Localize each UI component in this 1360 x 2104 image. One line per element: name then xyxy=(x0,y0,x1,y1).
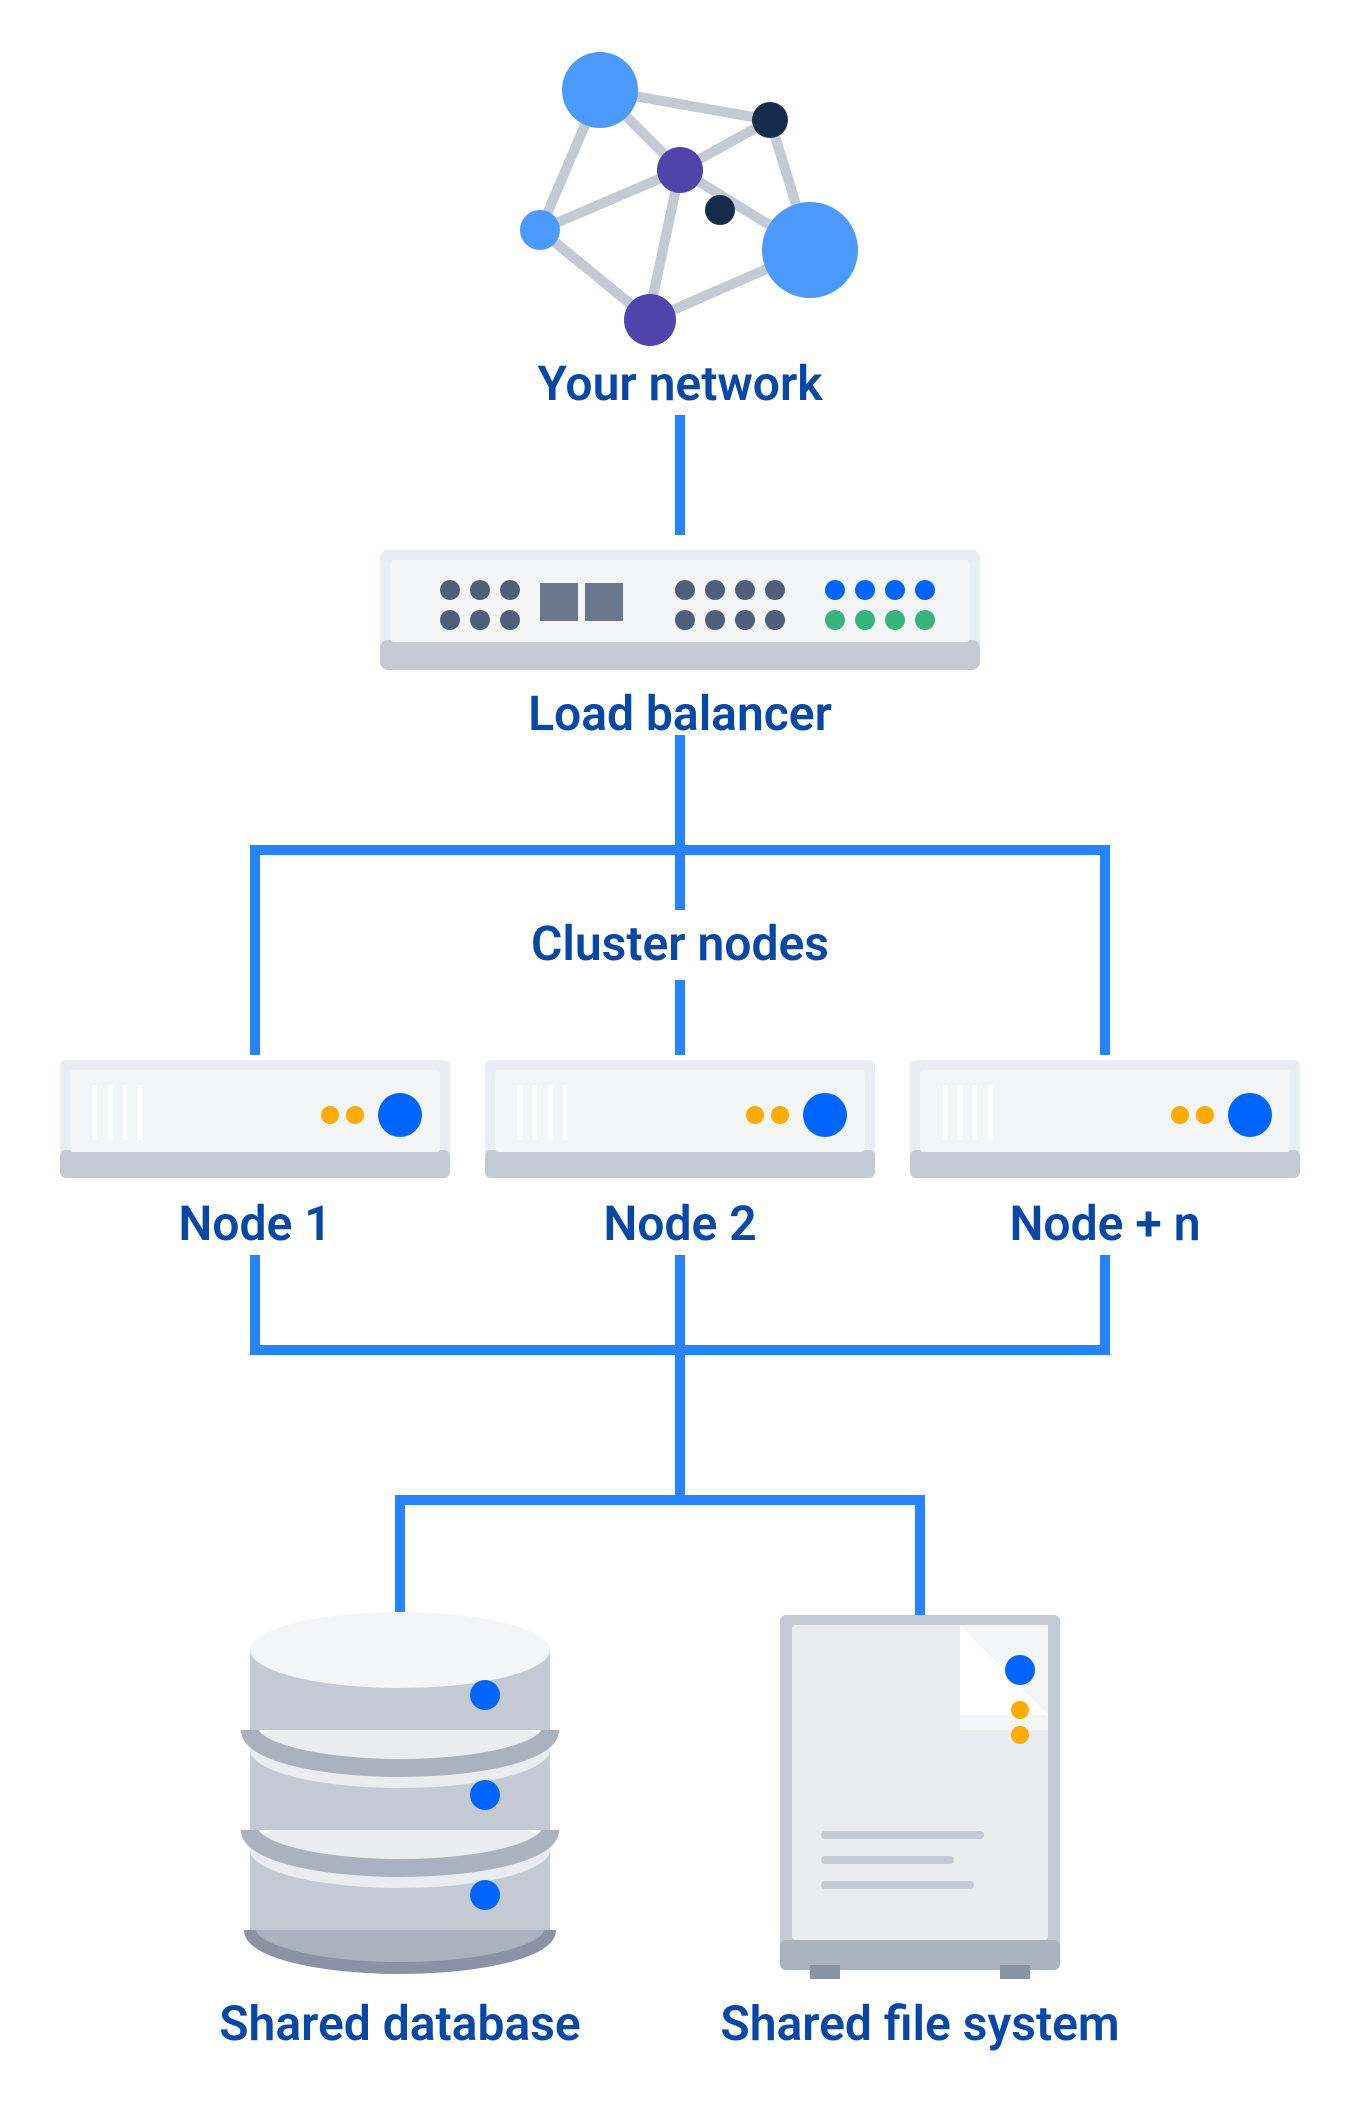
cluster-heading: Cluster nodes xyxy=(531,915,829,972)
database-icon xyxy=(250,1612,550,1968)
load-balancer-label: Load balancer xyxy=(528,685,832,742)
shared-fs-label: Shared file system xyxy=(720,1995,1119,2052)
load-balancer-icon xyxy=(380,550,980,670)
file-system-icon xyxy=(780,1615,1060,1979)
node-2-label: Node 2 xyxy=(603,1195,756,1252)
network-icon xyxy=(520,52,858,346)
node-2-icon xyxy=(485,1060,875,1178)
node-1-icon xyxy=(60,1060,450,1178)
node-3-icon xyxy=(910,1060,1300,1178)
shared-db-label: Shared database xyxy=(219,1995,580,2052)
node-3-label: Node + n xyxy=(1009,1195,1200,1252)
network-label: Your network xyxy=(537,355,823,412)
node-1-label: Node 1 xyxy=(178,1195,331,1252)
